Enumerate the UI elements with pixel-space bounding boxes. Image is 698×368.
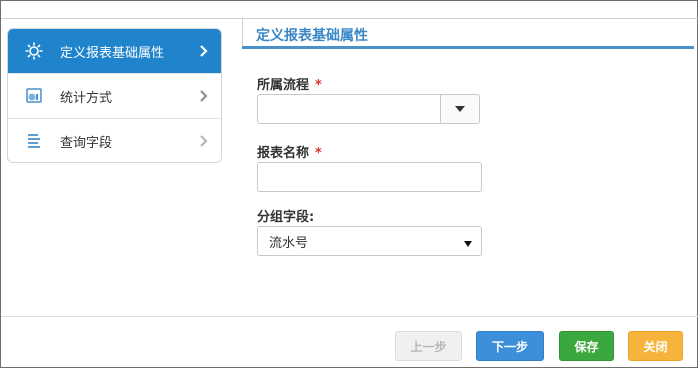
process-label: 所属流程 * [257,74,322,93]
caret-down-icon [455,106,465,112]
report-name-label-text: 报表名称 [257,146,310,161]
required-mark: * [315,146,322,161]
caret-down-icon [464,237,472,252]
group-field-label: 分组字段: [257,210,315,225]
sidebar-item-statistics-method[interactable]: 统计方式 [8,74,221,119]
sidebar-item-label: 查询字段 [60,135,113,151]
section-title: 定义报表基础属性 [256,28,368,44]
report-name-label: 报表名称 * [257,142,322,161]
chevron-right-icon [197,132,211,150]
list-icon [24,131,44,151]
group-field-select[interactable]: 流水号 [257,226,482,256]
process-select[interactable] [257,94,480,124]
sidebar-item-label: 统计方式 [60,90,113,106]
sidebar-item-basic-properties[interactable]: 定义报表基础属性 [8,29,221,74]
footer-divider [1,316,698,317]
section-title-underline [242,46,694,49]
header-separator [242,19,243,46]
report-name-input[interactable] [257,162,482,192]
sidebar-item-query-fields[interactable]: 查询字段 [8,119,221,162]
sidebar: 定义报表基础属性 统计方式 查询字段 [7,28,222,163]
chart-icon [24,86,44,106]
chevron-right-icon [197,87,211,105]
group-field-select-value: 流水号 [269,235,309,251]
process-dropdown-button[interactable] [440,95,479,123]
gear-icon [24,41,44,61]
prev-step-button[interactable]: 上一步 [395,331,462,361]
dialog-frame: 定义报表基础属性 统计方式 查询字段 定义报表基础属性 所属流程 * 报表名称 … [0,0,698,368]
required-mark: * [315,78,322,93]
process-label-text: 所属流程 [257,78,310,93]
save-button[interactable]: 保存 [559,331,614,361]
chevron-right-icon [197,42,211,60]
next-step-button[interactable]: 下一步 [476,331,544,361]
sidebar-item-label: 定义报表基础属性 [60,45,165,61]
close-button[interactable]: 关闭 [628,331,683,361]
top-divider [1,18,698,19]
